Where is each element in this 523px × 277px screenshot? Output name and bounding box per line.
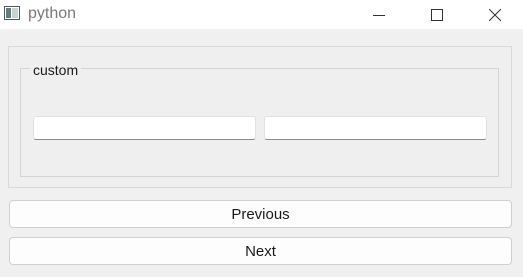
- maximize-icon: [431, 8, 443, 21]
- custom-input-2[interactable]: [264, 116, 487, 140]
- window-title: python: [28, 5, 77, 22]
- python-app-icon: [4, 6, 20, 20]
- custom-input-1[interactable]: [33, 116, 256, 140]
- group-box-title: custom: [30, 61, 82, 79]
- close-icon: [489, 8, 501, 21]
- minimize-button[interactable]: [356, 0, 402, 29]
- close-button[interactable]: [472, 0, 518, 29]
- app-window: python custom Previous Next: [0, 0, 523, 277]
- minimize-icon: [373, 14, 385, 16]
- title-bar[interactable]: python: [0, 0, 523, 29]
- previous-button[interactable]: Previous: [9, 200, 512, 228]
- maximize-button[interactable]: [414, 0, 460, 29]
- next-button[interactable]: Next: [9, 237, 512, 265]
